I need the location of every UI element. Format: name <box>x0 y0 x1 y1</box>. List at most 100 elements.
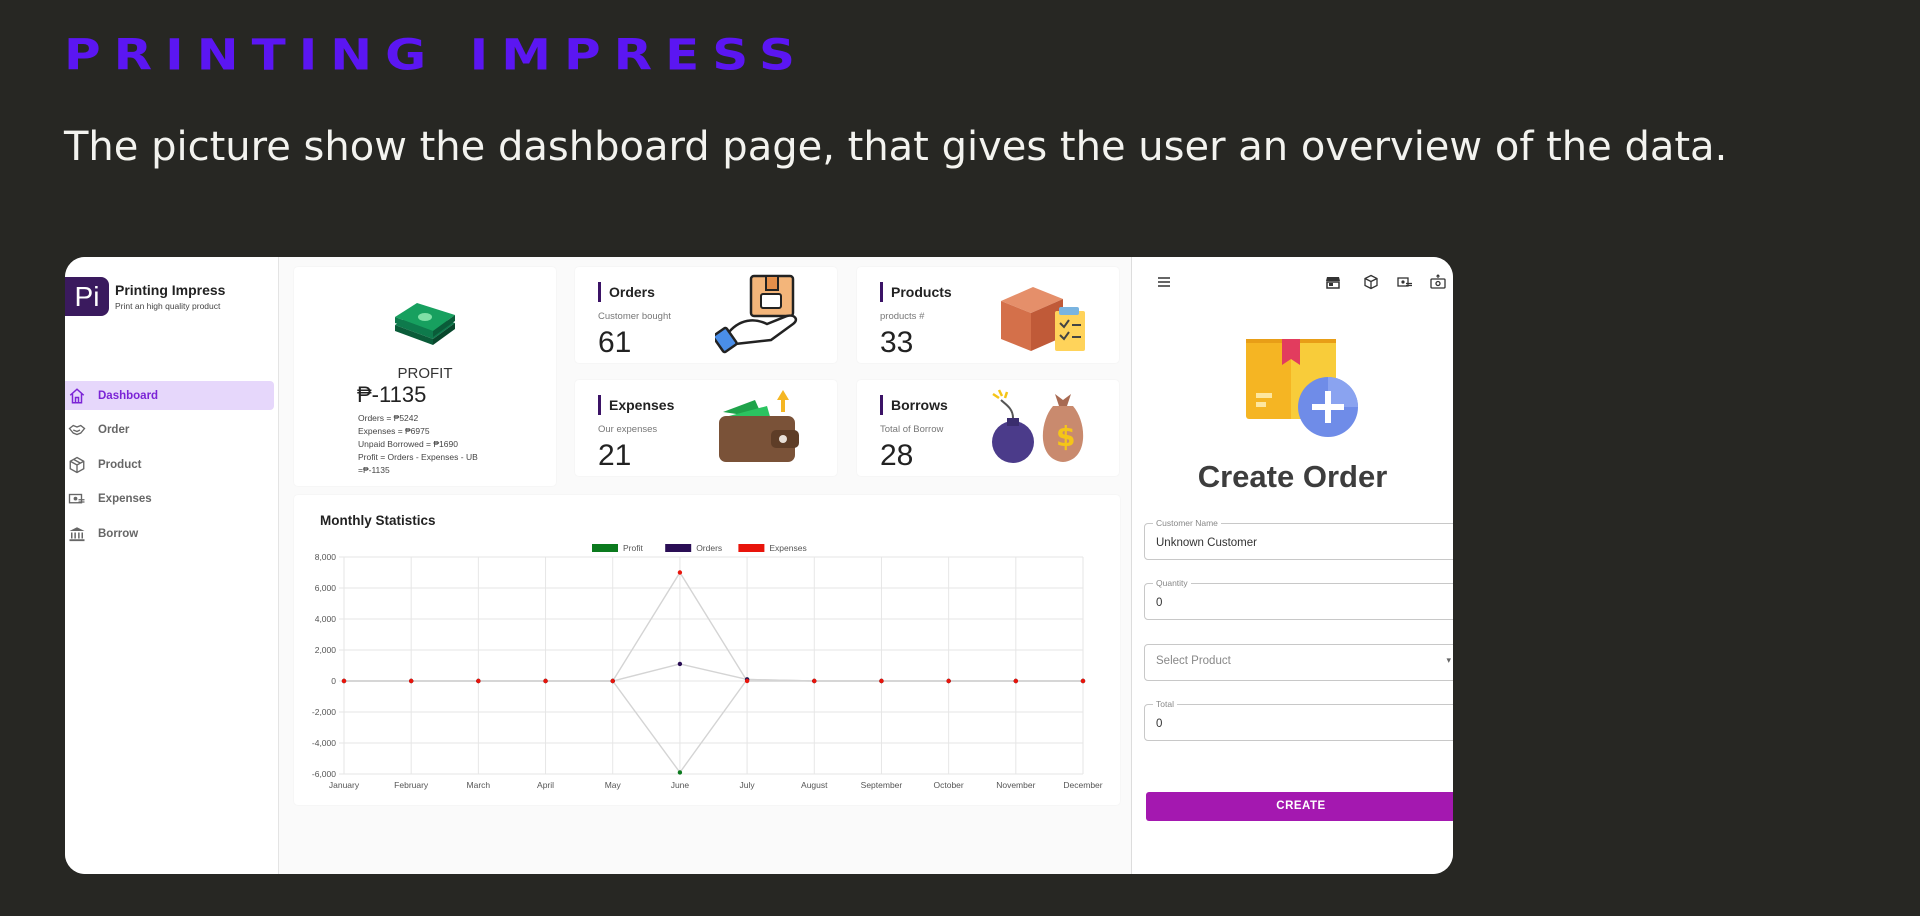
create-order-panel: Create Order Customer Name Unknown Custo… <box>1131 257 1453 874</box>
quantity-label: Quantity <box>1153 578 1191 588</box>
expenses-title: Expenses <box>598 395 674 415</box>
sidebar-item-order[interactable]: Order <box>65 416 274 445</box>
x-tick-label: May <box>605 780 622 790</box>
sidebar-item-borrow[interactable]: Borrow <box>65 519 274 548</box>
profit-breakdown-line: Unpaid Borrowed = ₱1690 <box>358 439 458 449</box>
y-tick-label: -6,000 <box>312 769 336 779</box>
y-tick-label: -2,000 <box>312 707 336 717</box>
data-point <box>341 678 347 684</box>
sidebar-item-label: Order <box>98 424 130 436</box>
product-select[interactable]: Select Product ▾ <box>1144 644 1453 681</box>
legend-label: Profit <box>623 543 643 553</box>
bank-icon <box>69 526 85 541</box>
profit-breakdown-line: Orders = ₱5242 <box>358 413 419 423</box>
orders-count: 61 <box>598 326 632 359</box>
sidebar-item-label: Expenses <box>98 493 152 505</box>
data-point <box>677 770 683 775</box>
products-card[interactable]: Products products # 33 <box>857 267 1119 363</box>
data-point <box>476 678 481 684</box>
x-tick-label: July <box>740 780 756 790</box>
create-button[interactable]: CREATE <box>1146 792 1453 821</box>
x-tick-label: October <box>934 780 964 790</box>
expenses-count: 21 <box>598 439 632 472</box>
sidebar-item-dashboard[interactable]: Dashboard <box>65 381 274 410</box>
expenses-subtitle: Our expenses <box>598 424 658 435</box>
sidebar-item-label: Borrow <box>98 527 139 540</box>
orders-title: Orders <box>598 282 655 302</box>
legend-swatch <box>738 544 765 552</box>
customer-name-field[interactable]: Customer Name Unknown Customer <box>1144 518 1453 560</box>
cash-icon[interactable] <box>1430 274 1446 290</box>
orders-subtitle: Customer bought <box>598 311 671 322</box>
sidebar-item-label: Product <box>98 458 142 471</box>
sidebar: Pi Printing Impress Print an high qualit… <box>65 257 279 874</box>
x-tick-label: January <box>329 780 360 790</box>
series-line <box>344 663 1083 682</box>
y-tick-label: 8,000 <box>315 552 337 562</box>
dashboard-screenshot: Pi Printing Impress Print an high qualit… <box>65 257 1453 874</box>
products-title: Products <box>880 282 952 302</box>
series-line <box>344 571 1083 682</box>
profit-card[interactable]: PROFIT ₱-1135 Orders = ₱5242 Expenses = … <box>294 267 556 486</box>
sidebar-item-product[interactable]: Product <box>65 450 274 479</box>
legend-label: Expenses <box>769 543 806 553</box>
home-icon <box>69 387 85 403</box>
data-point <box>744 678 750 684</box>
legend-swatch <box>592 544 618 552</box>
total-label: Total <box>1153 699 1177 709</box>
line-chart: 8,0006,0004,0002,0000-2,000-4,000-6,000J… <box>312 543 1103 790</box>
data-point <box>677 661 683 667</box>
borrows-card[interactable]: Borrows Total of Borrow 28 $ <box>857 380 1119 476</box>
svg-text:$: $ <box>1056 420 1075 453</box>
store-icon[interactable] <box>1325 274 1341 290</box>
menu-icon[interactable] <box>1156 274 1172 290</box>
borrows-subtitle: Total of Borrow <box>880 424 944 435</box>
x-tick-label: September <box>861 780 903 790</box>
slide-description: The picture show the dashboard page, tha… <box>64 124 1728 170</box>
quantity-field[interactable]: Quantity 0 <box>1144 578 1453 620</box>
x-tick-label: August <box>801 780 828 790</box>
order-box-add-icon <box>1246 339 1358 437</box>
total-field[interactable]: Total 0 <box>1144 699 1453 741</box>
total-value: 0 <box>1156 718 1163 730</box>
series-line <box>344 678 1083 774</box>
data-point <box>1080 678 1086 684</box>
brand[interactable]: Pi Printing Impress Print an high qualit… <box>65 277 225 316</box>
money-icon <box>68 493 85 504</box>
x-tick-label: February <box>394 780 429 790</box>
data-point <box>610 678 615 684</box>
x-tick-label: June <box>671 780 690 790</box>
product-box-icon <box>1001 287 1085 351</box>
y-tick-label: -4,000 <box>312 738 336 748</box>
profit-label: PROFIT <box>397 365 453 382</box>
profit-breakdown-line: Profit = Orders - Expenses - UB <box>358 452 478 462</box>
data-point <box>879 678 884 684</box>
box-icon[interactable] <box>1363 274 1379 290</box>
money-icon[interactable] <box>1397 274 1413 290</box>
sidebar-item-expenses[interactable]: Expenses <box>65 485 274 514</box>
product-select-placeholder: Select Product <box>1156 655 1231 667</box>
handshake-icon <box>68 424 86 436</box>
x-tick-label: December <box>1063 780 1102 790</box>
orders-card[interactable]: Orders Customer bought 61 <box>575 267 837 363</box>
profit-breakdown: Orders = ₱5242 Expenses = ₱6975 Unpaid B… <box>358 412 478 477</box>
app-name: Printing Impress <box>115 282 226 298</box>
quantity-value: 0 <box>1156 597 1163 609</box>
products-subtitle: products # <box>880 311 925 322</box>
profit-value: ₱-1135 <box>357 382 427 407</box>
expenses-card[interactable]: Expenses Our expenses 21 <box>575 380 837 476</box>
legend-label: Orders <box>696 543 722 553</box>
customer-name-label: Customer Name <box>1153 518 1221 528</box>
app-logo: Pi <box>65 277 109 316</box>
customer-name-value: Unknown Customer <box>1156 537 1257 549</box>
x-tick-label: November <box>996 780 1035 790</box>
data-point <box>408 678 414 684</box>
sidebar-item-label: Dashboard <box>98 389 159 402</box>
slide-title: PRINTING IMPRESS <box>64 30 809 80</box>
legend-swatch <box>665 544 692 552</box>
monthly-statistics-card: Monthly Statistics 8,000 6,000 4,000 2,000 0… <box>294 495 1120 805</box>
borrows-count: 28 <box>880 439 914 472</box>
profit-breakdown-line: =₱-1135 <box>358 465 390 475</box>
create-order-title: Create Order <box>1197 459 1388 494</box>
y-tick-label: 2,000 <box>315 645 337 655</box>
